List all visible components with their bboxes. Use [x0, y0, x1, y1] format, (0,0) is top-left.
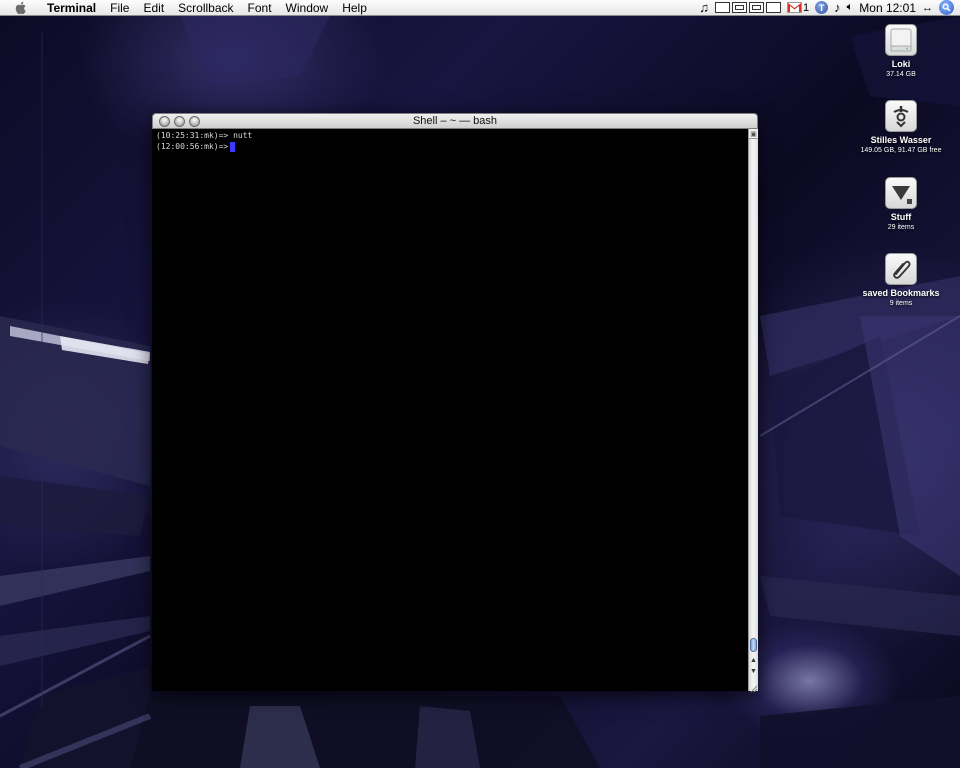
gmail-unread-count: 1	[803, 1, 810, 14]
desktop-icon-saved-bookmarks[interactable]: saved Bookmarks 9 items	[851, 253, 951, 309]
menu-file[interactable]: File	[103, 0, 136, 16]
drive-icon	[885, 24, 917, 56]
virtual-desktop-2[interactable]	[732, 2, 748, 13]
stuff-folder-icon	[885, 177, 917, 209]
terminal-line: (10:25:31:mk)=> nutt	[156, 131, 253, 140]
itunes-note-icon[interactable]: ♫	[699, 0, 709, 15]
gmail-notifier[interactable]: 1	[787, 2, 809, 14]
menu-edit[interactable]: Edit	[136, 0, 171, 16]
scroll-up-arrow-icon[interactable]: ▲	[749, 656, 758, 666]
menu-app-terminal[interactable]: Terminal	[40, 0, 103, 16]
icon-detail: 29 items	[887, 224, 915, 231]
gmail-icon	[787, 2, 803, 13]
paperclip-icon	[885, 253, 917, 285]
desktop-icon-stilles-wasser[interactable]: Stilles Wasser 149.05 GB, 91.47 GB free	[851, 100, 951, 156]
virtual-desktop-4[interactable]	[766, 2, 782, 13]
virtual-desktop-1[interactable]	[715, 2, 731, 13]
split-pane-icon[interactable]: ▣	[749, 129, 758, 139]
icon-label: Stuff	[890, 212, 912, 222]
terminal-text-area[interactable]: (10:25:31:mk)=> nutt (12:00:56:mk)=>	[152, 129, 748, 691]
virtual-desktops	[715, 2, 782, 13]
icon-label: Stilles Wasser	[870, 135, 932, 145]
menu-bar: Terminal File Edit Scrollback Font Windo…	[0, 0, 960, 16]
spotlight-icon[interactable]	[939, 0, 954, 15]
volume-icon[interactable]: 🔈︎	[847, 1, 854, 14]
icon-detail: 37.14 GB	[886, 71, 916, 78]
icon-label: saved Bookmarks	[862, 288, 940, 298]
music-note-icon[interactable]: ♪	[834, 0, 841, 15]
terminal-window[interactable]: Shell – ~ — bash (10:25:31:mk)=> nutt (1…	[152, 113, 758, 693]
menu-scrollback[interactable]: Scrollback	[171, 0, 240, 16]
t-status-icon[interactable]: T	[815, 1, 829, 14]
resize-grip-icon[interactable]	[749, 680, 758, 693]
scroll-down-arrow-icon[interactable]: ▼	[749, 667, 758, 677]
virtual-desktop-3[interactable]	[749, 2, 765, 13]
icon-detail: 9 items	[889, 300, 913, 307]
firewire-drive-icon	[885, 100, 917, 132]
window-titlebar[interactable]: Shell – ~ — bash	[152, 113, 758, 129]
window-title: Shell – ~ — bash	[412, 115, 498, 127]
menu-font[interactable]: Font	[241, 0, 279, 16]
fast-user-switch-icon[interactable]: ↔	[922, 2, 933, 14]
menubar-clock[interactable]: Mon 12:01	[859, 1, 916, 15]
desktop-icon-stuff[interactable]: Stuff 29 items	[851, 177, 951, 233]
desktop-icon-loki[interactable]: Loki 37.14 GB	[851, 24, 951, 80]
icon-label: Loki	[891, 59, 911, 69]
apple-menu-icon[interactable]	[12, 1, 30, 15]
menu-help[interactable]: Help	[335, 0, 374, 16]
menu-window[interactable]: Window	[279, 0, 336, 16]
terminal-cursor	[230, 141, 236, 152]
icon-detail: 149.05 GB, 91.47 GB free	[860, 147, 942, 154]
scroll-thumb[interactable]	[750, 638, 757, 652]
menu-extras: ♫ 1 T ♪ 🔈︎ Mon 12:01 ↔	[699, 0, 954, 15]
vertical-scrollbar[interactable]: ▣ ▲ ▼	[748, 129, 758, 693]
terminal-prompt-line: (12:00:56:mk)=>	[156, 141, 744, 152]
